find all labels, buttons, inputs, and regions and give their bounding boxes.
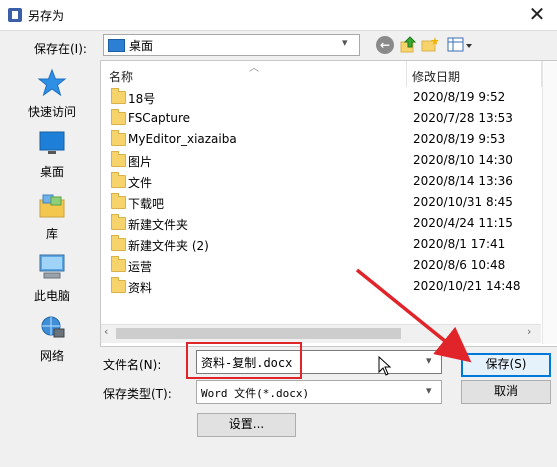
mouse-cursor-icon xyxy=(378,356,392,376)
annotation-arrow xyxy=(355,268,472,363)
